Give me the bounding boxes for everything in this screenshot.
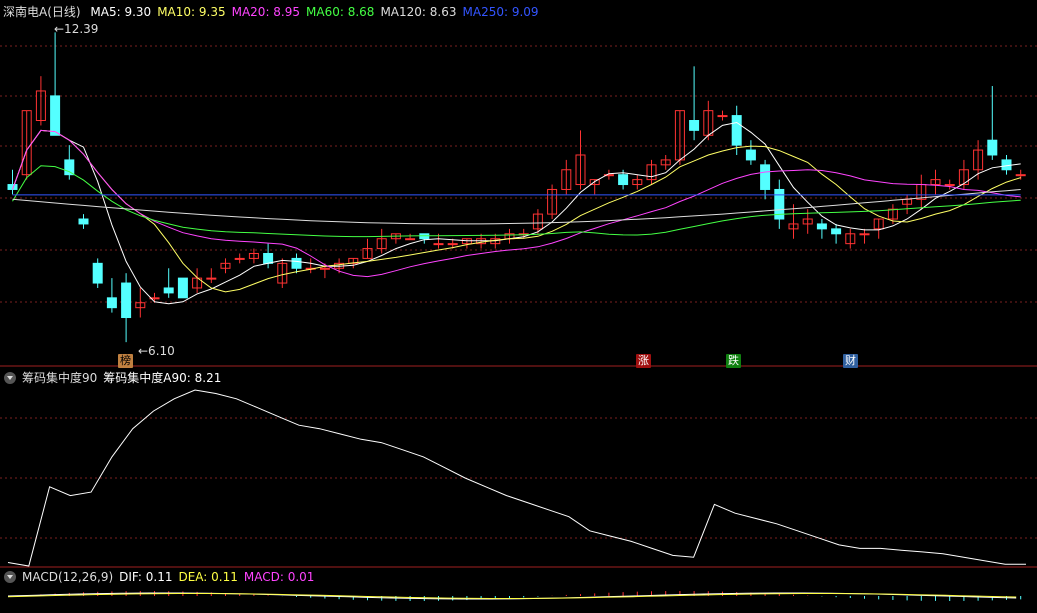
kline-chart[interactable]: ←12.39 ←6.10 <box>0 0 1037 613</box>
candle-up <box>319 267 330 270</box>
candle-up <box>234 257 245 260</box>
candle-down <box>987 139 998 156</box>
grid-lines <box>0 45 1037 568</box>
candle-down <box>50 95 61 136</box>
candle-down <box>263 252 274 264</box>
candle-down <box>106 297 117 309</box>
candle-down <box>163 287 174 294</box>
candle-down <box>121 282 132 319</box>
candle-down <box>92 262 103 284</box>
candle-down <box>177 277 188 299</box>
candle-down <box>831 228 842 235</box>
candle-down <box>731 115 742 146</box>
candle-up <box>447 243 458 246</box>
candle-up <box>717 115 728 118</box>
event-tag[interactable]: 跌 <box>726 354 741 368</box>
candle-down <box>760 164 771 190</box>
candles <box>7 32 1026 343</box>
high-price-label: ←12.39 <box>54 22 98 36</box>
candle-up <box>1015 174 1026 177</box>
macd-lines <box>7 591 1022 601</box>
candle-down <box>1001 159 1012 171</box>
low-price-label: ←6.10 <box>138 344 175 358</box>
candle-up <box>433 243 444 246</box>
candle-down <box>78 218 89 225</box>
candle-up <box>405 238 416 241</box>
candle-down <box>618 174 629 186</box>
event-tag[interactable]: 财 <box>843 354 858 368</box>
candle-up <box>859 233 870 236</box>
candle-up <box>944 184 955 187</box>
ma20-line <box>12 129 1021 278</box>
candle-up <box>206 277 217 280</box>
event-tag[interactable]: 榜 <box>118 354 133 368</box>
event-tag[interactable]: 涨 <box>636 354 651 368</box>
ma-lines <box>12 121 1021 305</box>
candle-down <box>816 223 827 230</box>
candle-down <box>64 159 75 176</box>
ma5-line <box>12 121 1021 305</box>
candle-down <box>689 120 700 131</box>
ma60-line <box>12 165 1021 238</box>
candle-down <box>745 149 756 161</box>
candle-down <box>291 257 302 269</box>
